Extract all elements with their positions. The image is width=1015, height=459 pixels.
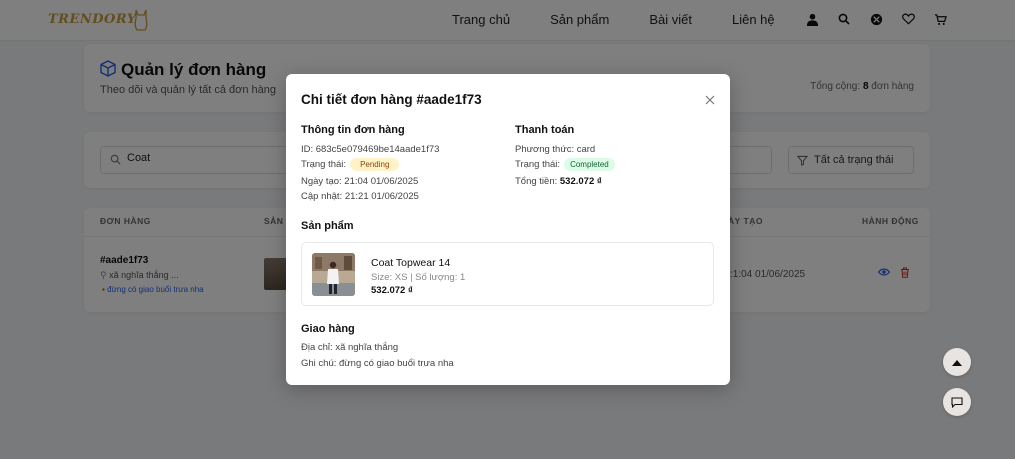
product-image: [312, 253, 355, 296]
product-item: Coat Topwear 14 Size: XS | Số lượng: 1 5…: [301, 242, 714, 306]
order-id-line: ID: 683c5e079469be14aade1f73: [301, 144, 440, 155]
order-detail-modal: Chi tiết đơn hàng #aade1f73 Thông tin đơ…: [286, 74, 730, 385]
order-created-line: Ngày tạo: 21:04 01/06/2025: [301, 176, 419, 187]
payment-total-line: Tổng tiền: 532.072 ₫: [515, 176, 602, 187]
product-meta: Size: XS | Số lượng: 1: [371, 272, 466, 283]
order-updated-line: Cập nhật: 21:21 01/06/2025: [301, 191, 419, 202]
payment-status-label: Trạng thái:: [515, 159, 561, 170]
chat-icon: [951, 396, 963, 408]
order-info-heading: Thông tin đơn hàng: [301, 124, 405, 136]
payment-status-line: Trạng thái: Completed: [515, 158, 615, 171]
product-name: Coat Topwear 14: [371, 257, 451, 269]
shipping-note: Ghi chú: đừng có giao buổi trưa nha: [301, 358, 454, 369]
chevron-up-icon: [952, 359, 962, 366]
payment-method-line: Phương thức: card: [515, 144, 596, 155]
scroll-top-button[interactable]: [943, 348, 971, 376]
close-icon[interactable]: [704, 94, 716, 106]
shipping-heading: Giao hàng: [301, 323, 355, 335]
modal-title: Chi tiết đơn hàng #aade1f73: [301, 92, 482, 107]
status-badge-completed: Completed: [564, 158, 615, 171]
payment-heading: Thanh toán: [515, 124, 575, 136]
chat-button[interactable]: [943, 388, 971, 416]
payment-total-value: 532.072 ₫: [559, 176, 602, 187]
order-status-label: Trạng thái:: [301, 159, 347, 170]
status-badge-pending: Pending: [350, 158, 400, 171]
products-heading: Sản phẩm: [301, 220, 354, 232]
product-price: 532.072 ₫: [371, 285, 413, 296]
shipping-address: Địa chỉ: xã nghĩa thắng: [301, 342, 399, 353]
payment-total-label: Tổng tiền:: [515, 176, 558, 187]
order-status-line: Trạng thái: Pending: [301, 158, 400, 171]
